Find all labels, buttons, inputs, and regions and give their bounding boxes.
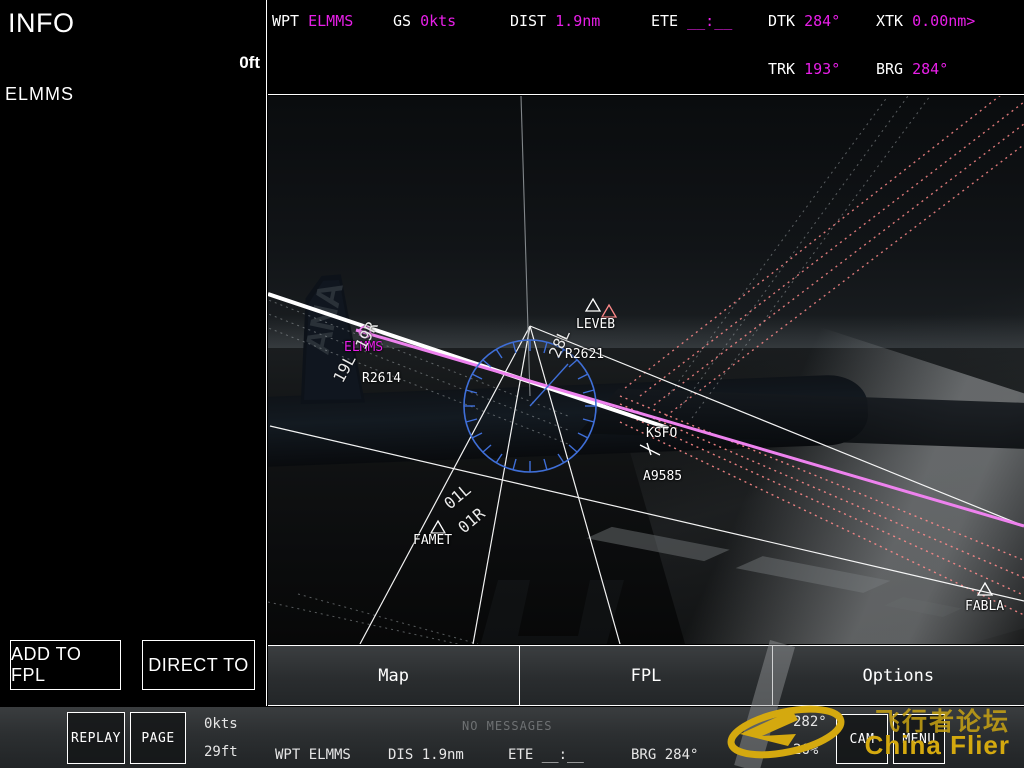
nav-data-bar: WPT ELMMS GS 0kts DIST 1.9nm ETE __:__ D… bbox=[268, 0, 1024, 95]
airport-symbol-ksfo bbox=[639, 442, 661, 456]
status-label-brg: BRG bbox=[631, 747, 665, 763]
page-button[interactable]: PAGE bbox=[130, 712, 186, 764]
direct-to-button[interactable]: DIRECT TO bbox=[142, 640, 255, 690]
status-value-brg: 284° bbox=[664, 747, 699, 763]
menu-button[interactable]: MENU bbox=[893, 714, 945, 764]
status-label-ete: ETE bbox=[508, 747, 542, 763]
nav-label-gs: GS bbox=[393, 12, 421, 30]
nav-label-trk: TRK bbox=[768, 60, 805, 78]
status-value-wpt: ELMMS bbox=[308, 747, 351, 763]
status-value-dis: 1.9nm bbox=[421, 747, 464, 763]
status-heading: 282° bbox=[793, 714, 827, 730]
page-title: INFO bbox=[8, 8, 75, 38]
menu-label: MENU bbox=[902, 731, 936, 747]
status-throttle: 26% bbox=[793, 742, 819, 758]
nav-field-xtk: XTK 0.00nm> bbox=[876, 12, 975, 30]
status-label-dis: DIS bbox=[388, 747, 422, 763]
map-label-a9585: A9585 bbox=[643, 469, 683, 484]
nav-value-dist: 1.9nm bbox=[555, 12, 601, 30]
direct-to-label: DIRECT TO bbox=[148, 654, 249, 675]
map-vector-overlay: ELMMS R2614 LEVEB R2621 KSFO A9585 FAMET… bbox=[268, 96, 1024, 644]
map-label-ksfo: KSFO bbox=[646, 426, 678, 441]
status-field-dis: DIS 1.9nm bbox=[388, 747, 464, 763]
nav-field-dist: DIST 1.9nm bbox=[510, 12, 600, 30]
nav-label-brg: BRG bbox=[876, 60, 913, 78]
nav-field-trk: TRK 193° bbox=[768, 60, 840, 78]
nav-field-gs: GS 0kts bbox=[393, 12, 456, 30]
status-field-wpt: WPT ELMMS bbox=[275, 747, 351, 763]
map-tab-bar: Map FPL Options bbox=[268, 645, 1024, 706]
map-label-leveb: LEVEB bbox=[576, 317, 616, 332]
status-field-ete: ETE __:__ bbox=[508, 747, 584, 763]
tab-fpl-label: FPL bbox=[630, 665, 662, 686]
replay-label: REPLAY bbox=[71, 730, 121, 746]
nav-value-trk: 193° bbox=[804, 60, 841, 78]
status-speed: 0kts bbox=[204, 716, 238, 732]
nav-value-gs: 0kts bbox=[420, 12, 457, 30]
nav-field-dtk: DTK 284° bbox=[768, 12, 840, 30]
nav-value-wpt: ELMMS bbox=[308, 12, 354, 30]
replay-button[interactable]: REPLAY bbox=[67, 712, 125, 764]
nav-label-dtk: DTK bbox=[768, 12, 805, 30]
map-view[interactable]: ANA ELMMS R2614 LEVEB R2621 KSFO A9585 F… bbox=[268, 96, 1024, 644]
nav-label-ete: ETE bbox=[651, 12, 688, 30]
nav-value-xtk: 0.00nm> bbox=[912, 12, 976, 30]
page-label: PAGE bbox=[141, 730, 175, 746]
tab-options[interactable]: Options bbox=[772, 646, 1024, 705]
tab-options-label: Options bbox=[862, 665, 935, 686]
map-label-r2614: R2614 bbox=[362, 371, 402, 386]
nav-value-dtk: 284° bbox=[804, 12, 841, 30]
nav-label-wpt: WPT bbox=[272, 12, 309, 30]
add-to-fpl-button[interactable]: ADD TO FPL bbox=[10, 640, 121, 690]
nav-label-dist: DIST bbox=[510, 12, 556, 30]
nav-field-brg: BRG 284° bbox=[876, 60, 948, 78]
cam-button[interactable]: CAM bbox=[836, 714, 888, 764]
map-symbology bbox=[268, 96, 1024, 644]
status-value-ete: __:__ bbox=[541, 747, 584, 763]
app-root: INFO 0ft ELMMS ADD TO FPL DIRECT TO WPT … bbox=[0, 0, 1024, 768]
status-field-brg: BRG 284° bbox=[631, 747, 698, 763]
status-altitude: 29ft bbox=[204, 744, 238, 760]
info-waypoint-identifier: ELMMS bbox=[5, 84, 75, 104]
tab-map[interactable]: Map bbox=[268, 646, 521, 705]
nav-label-xtk: XTK bbox=[876, 12, 913, 30]
cam-label: CAM bbox=[849, 731, 875, 747]
map-label-fabla: FABLA bbox=[965, 599, 1005, 614]
nav-field-wpt: WPT ELMMS bbox=[272, 12, 353, 30]
map-label-famet: FAMET bbox=[413, 533, 453, 548]
info-altitude-readout: 0ft bbox=[239, 53, 260, 72]
add-to-fpl-label: ADD TO FPL bbox=[11, 644, 82, 685]
nav-field-ete: ETE __:__ bbox=[651, 12, 732, 30]
tab-map-label: Map bbox=[378, 665, 410, 686]
status-message: NO MESSAGES bbox=[462, 719, 553, 733]
map-label-r2621: R2621 bbox=[565, 347, 605, 362]
status-label-wpt: WPT bbox=[275, 747, 309, 763]
info-panel: INFO 0ft ELMMS ADD TO FPL DIRECT TO bbox=[0, 0, 267, 706]
tab-fpl[interactable]: FPL bbox=[520, 646, 773, 705]
nav-value-brg: 284° bbox=[912, 60, 949, 78]
nav-value-ete: __:__ bbox=[687, 12, 733, 30]
